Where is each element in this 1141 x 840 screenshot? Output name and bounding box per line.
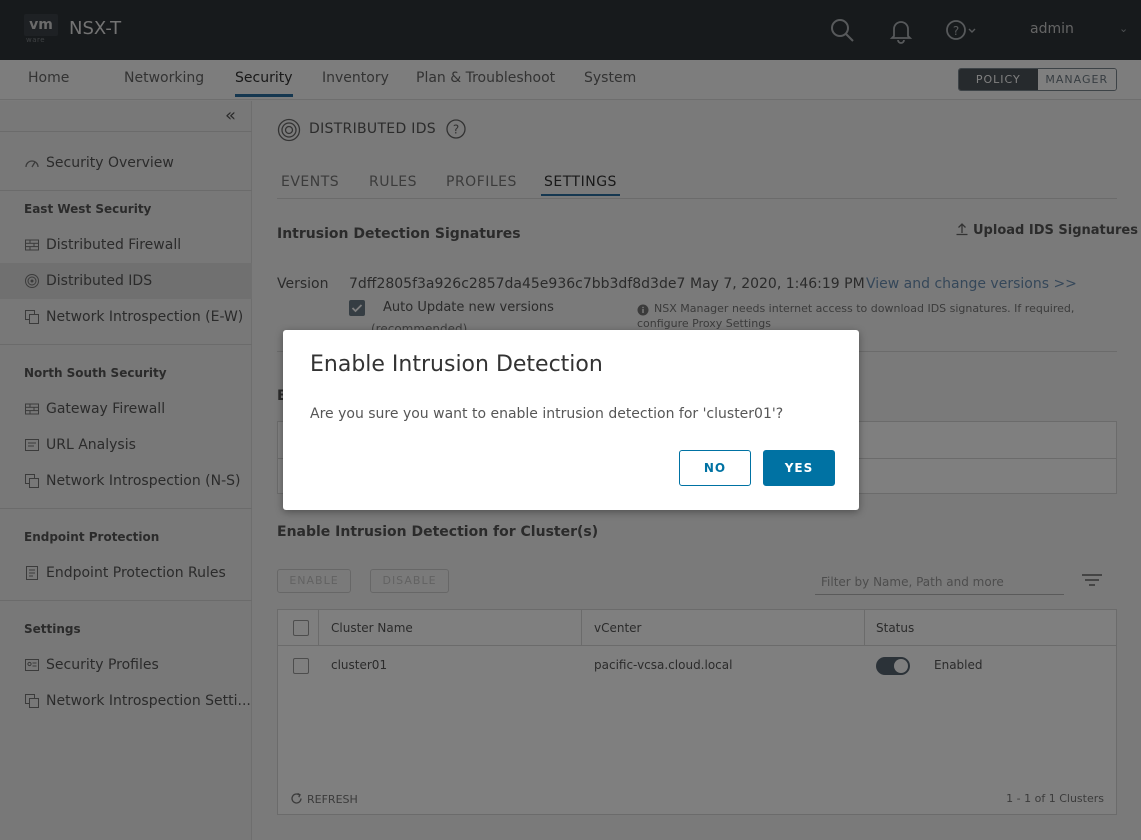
no-button[interactable]: NO bbox=[679, 450, 751, 486]
dialog-message: Are you sure you want to enable intrusio… bbox=[310, 406, 784, 422]
enable-ids-dialog: Enable Intrusion Detection Are you sure … bbox=[283, 330, 859, 510]
dialog-title: Enable Intrusion Detection bbox=[310, 352, 603, 377]
yes-button[interactable]: YES bbox=[763, 450, 835, 486]
